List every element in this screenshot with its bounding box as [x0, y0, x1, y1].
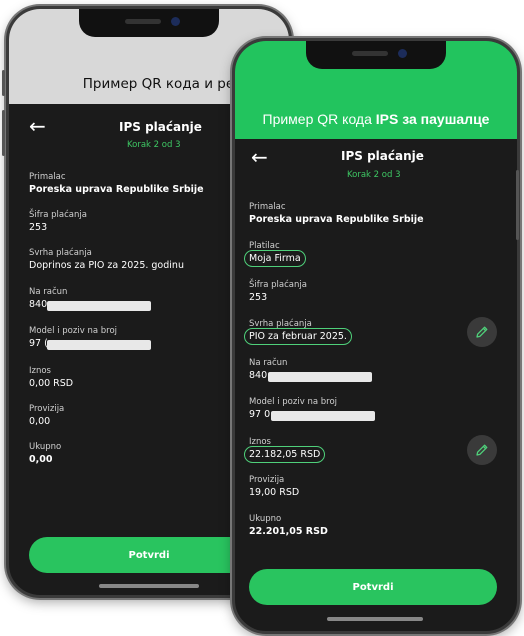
speaker-icon — [125, 19, 161, 24]
field-label-total: Ukupno — [29, 442, 62, 452]
camera-icon — [171, 17, 180, 26]
home-indicator — [327, 617, 423, 621]
page-title: IPS plaćanje — [119, 120, 202, 134]
camera-icon — [398, 49, 407, 58]
front-phone: Пример QR кода IPS за паушалце ← IPS pla… — [232, 38, 520, 634]
field-value-total: 22.201,05 RSD — [249, 526, 328, 537]
redacted-reference — [271, 411, 375, 421]
payment-screen: ← IPS plaćanje Korak 2 od 3 Primalac Por… — [235, 139, 517, 631]
field-label-account: Na račun — [249, 358, 288, 368]
field-value-total: 0,00 — [29, 454, 53, 465]
field-value-fee: 0,00 — [29, 416, 51, 427]
redacted-account — [268, 372, 372, 382]
banner-text-prefix: Пример QR кода — [262, 111, 376, 127]
field-label-recipient: Primalac — [249, 202, 286, 212]
step-indicator: Korak 2 od 3 — [347, 170, 401, 180]
phone-notch — [306, 41, 446, 69]
field-label-reference: Model i poziv na broj — [29, 326, 118, 336]
field-label-purpose: Svrha plaćanja — [29, 248, 92, 258]
field-label-total: Ukupno — [249, 514, 282, 524]
field-value-recipient: Poreska uprava Republike Srbije — [249, 214, 424, 225]
redacted-reference — [47, 340, 151, 350]
field-label-payment-code: Šifra plaćanja — [29, 210, 87, 220]
redacted-account — [47, 301, 151, 311]
field-label-fee: Provizija — [249, 475, 285, 485]
field-value-purpose: PIO za februar 2025. — [244, 328, 352, 345]
power-button — [516, 170, 519, 240]
step-indicator: Korak 2 od 3 — [127, 140, 181, 150]
back-arrow-icon[interactable]: ← — [251, 147, 268, 167]
field-label-reference: Model i poziv na broj — [249, 397, 338, 407]
field-value-payer: Moja Firma — [244, 250, 306, 267]
banner-text: Пример QR кода IPS за паушалце — [263, 111, 490, 139]
field-value-account: 840 — [249, 370, 268, 381]
field-value-reference: 97 ( — [29, 338, 48, 349]
pencil-icon — [476, 326, 488, 338]
page-title: IPS plaćanje — [341, 149, 424, 163]
field-value-amount: 22.182,05 RSD — [244, 446, 326, 463]
field-label-amount: Iznos — [29, 366, 51, 376]
volume-up-button — [2, 110, 5, 156]
pencil-icon — [476, 444, 488, 456]
speaker-icon — [352, 51, 388, 56]
home-indicator — [99, 584, 199, 588]
field-value-payment-code: 253 — [29, 222, 48, 233]
phone-notch — [79, 9, 219, 37]
field-label-payment-code: Šifra plaćanja — [249, 280, 307, 290]
confirm-button[interactable]: Potvrdi — [249, 569, 497, 605]
edit-purpose-button[interactable] — [467, 317, 497, 347]
banner-text-bold: IPS за паушалце — [375, 111, 490, 127]
field-label-recipient: Primalac — [29, 172, 66, 182]
field-value-payment-code: 253 — [249, 292, 268, 303]
field-value-purpose: Doprinos za PIO za 2025. godinu — [29, 260, 184, 271]
back-arrow-icon[interactable]: ← — [29, 116, 46, 136]
edit-amount-button[interactable] — [467, 435, 497, 465]
field-label-fee: Provizija — [29, 404, 65, 414]
field-value-recipient: Poreska uprava Republike Srbije — [29, 184, 204, 195]
field-value-amount: 0,00 RSD — [29, 378, 74, 389]
field-label-account: Na račun — [29, 287, 68, 297]
field-value-reference: 97 0 — [249, 409, 271, 420]
mute-switch — [2, 70, 5, 96]
field-value-account: 840 — [29, 299, 48, 310]
field-value-fee: 19,00 RSD — [249, 487, 300, 498]
